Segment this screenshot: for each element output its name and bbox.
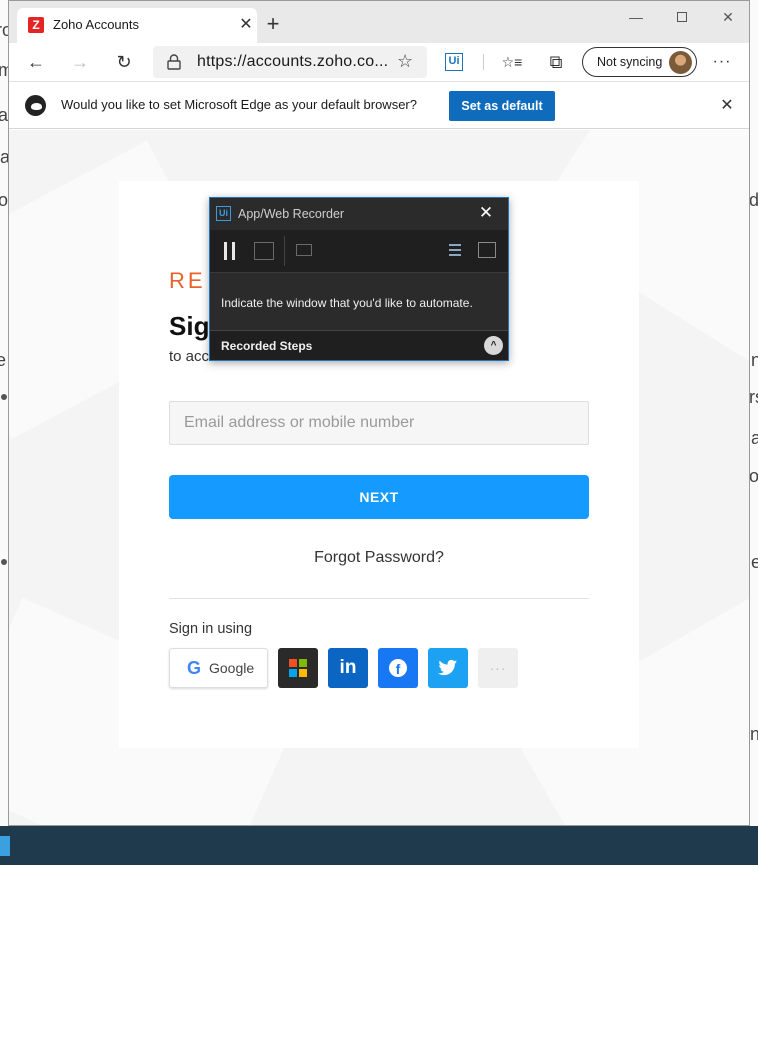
address-bar[interactable]: https://accounts.zoho.co... ☆ [153, 46, 427, 78]
windows-icon[interactable] [478, 242, 496, 258]
profile-button[interactable]: Not syncing [582, 47, 697, 77]
bg-bullet [1, 394, 7, 400]
microsoft-logo-icon [289, 659, 307, 677]
tab-title: Zoho Accounts [53, 17, 139, 32]
avatar [669, 51, 692, 74]
back-arrow-icon[interactable]: ← [23, 50, 49, 74]
infobar-message: Would you like to set Microsoft Edge as … [61, 97, 417, 112]
edge-logo-icon [25, 95, 46, 116]
recorder-instruction: Indicate the window that you'd like to a… [221, 296, 473, 310]
bg-text-fragment: n [751, 350, 758, 370]
email-field[interactable] [169, 401, 589, 445]
url-text[interactable]: https://accounts.zoho.co... [197, 53, 388, 71]
bg-text-fragment: a [0, 105, 9, 125]
browser-toolbar: ← → ↻ https://accounts.zoho.co... ☆ Ui ☆… [9, 43, 749, 81]
google-label: Google [209, 660, 255, 676]
uipath-app-icon: Ui [216, 206, 231, 221]
set-as-default-button[interactable]: Set as default [449, 91, 555, 121]
recorded-steps-label: Recorded Steps [221, 339, 313, 353]
bg-text-fragment: d [749, 190, 758, 210]
refresh-icon[interactable]: ↻ [111, 50, 137, 74]
google-logo-icon: G [186, 658, 201, 678]
twitter-bird-icon [438, 659, 458, 676]
bg-bullet [1, 559, 7, 565]
new-tab-button[interactable]: + [261, 13, 285, 37]
collections-icon[interactable]: ⧉ [543, 50, 569, 74]
bg-text-fragment: or [749, 466, 758, 486]
microsoft-signin-button[interactable] [278, 648, 318, 688]
add-favorite-star-icon[interactable]: ☆ [397, 51, 413, 72]
app-web-recorder-window: Ui App/Web Recorder ✕ Indicate the windo… [209, 197, 509, 361]
bg-text-fragment: e [0, 350, 7, 370]
select-window-icon[interactable] [296, 244, 312, 256]
tab-zoho-accounts[interactable]: Z Zoho Accounts ✕ [17, 8, 257, 43]
lock-icon[interactable] [167, 54, 181, 70]
infobar-close-icon[interactable]: ✕ [717, 96, 737, 116]
checklist-icon[interactable] [443, 243, 461, 257]
favorites-icon[interactable]: ☆≡ [499, 50, 525, 74]
recorder-toolbar [210, 230, 508, 273]
google-signin-button[interactable]: G Google [169, 648, 268, 688]
bg-text-fragment: e [751, 552, 758, 572]
maximize-icon [677, 12, 687, 22]
bg-text-fragment: a [751, 428, 758, 448]
forgot-password-link[interactable]: Forgot Password? [169, 549, 589, 567]
zoho-favicon-icon: Z [28, 17, 44, 33]
recorder-close-icon[interactable]: ✕ [476, 203, 496, 223]
pause-icon[interactable] [223, 242, 237, 260]
sign-in-using-label: Sign in using [169, 621, 253, 637]
recorder-title: App/Web Recorder [238, 207, 345, 221]
save-icon[interactable] [254, 242, 274, 260]
profile-sync-status: Not syncing [597, 55, 663, 69]
brand-logo: RE [169, 268, 206, 293]
divider [169, 598, 589, 599]
bg-footer-accent [0, 836, 10, 856]
bg-text-fragment: rs [749, 387, 758, 407]
signin-subtitle: to acc [169, 348, 210, 365]
bg-footer-bar [0, 826, 758, 865]
window-close-button[interactable]: ✕ [713, 7, 743, 27]
more-signin-options-button[interactable]: ··· [478, 648, 518, 688]
minimize-button[interactable]: — [621, 7, 651, 27]
recorder-title-bar[interactable]: Ui App/Web Recorder ✕ [210, 198, 508, 230]
forward-arrow-icon[interactable]: → [67, 50, 93, 74]
more-menu-icon[interactable]: ··· [709, 50, 735, 74]
twitter-signin-button[interactable] [428, 648, 468, 688]
default-browser-infobar: Would you like to set Microsoft Edge as … [9, 81, 749, 129]
recorded-steps-bar[interactable]: Recorded Steps ^ [210, 330, 508, 360]
bg-text-fragment: o [0, 190, 9, 210]
chevron-up-icon[interactable]: ^ [484, 336, 503, 355]
maximize-button[interactable] [667, 7, 697, 27]
linkedin-signin-button[interactable]: in [328, 648, 368, 688]
tab-strip: Z Zoho Accounts ✕ + — ✕ [9, 1, 749, 43]
toolbar-divider [483, 54, 484, 70]
bg-text-fragment: n [750, 724, 758, 744]
uipath-extension-icon[interactable]: Ui [445, 53, 463, 71]
toolbar-divider [284, 236, 285, 266]
tab-close-icon[interactable]: ✕ [237, 16, 255, 34]
browser-window: Z Zoho Accounts ✕ + — ✕ ← → ↻ https://ac… [8, 0, 750, 826]
next-button[interactable]: NEXT [169, 475, 589, 519]
facebook-signin-button[interactable]: f [378, 648, 418, 688]
facebook-logo-icon: f [389, 659, 407, 677]
